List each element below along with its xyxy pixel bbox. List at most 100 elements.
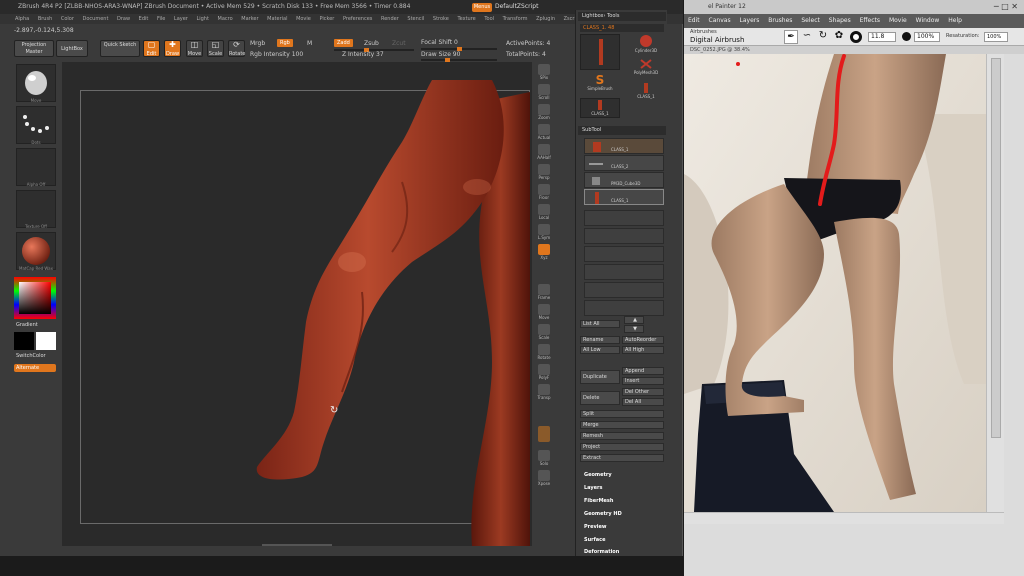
opacity-field[interactable]: 100%: [914, 32, 940, 42]
menu-picker[interactable]: Picker: [319, 16, 334, 22]
project-button[interactable]: Project: [580, 443, 664, 451]
resaturation-field[interactable]: 100%: [984, 32, 1008, 42]
frame-button[interactable]: Frame: [535, 284, 553, 302]
merge-button[interactable]: Merge: [580, 421, 664, 429]
secondary-color-swatch[interactable]: [36, 332, 56, 350]
zbrush-canvas[interactable]: ↻: [62, 62, 532, 546]
focal-shift-slider[interactable]: Focal Shift 0: [421, 39, 458, 46]
extract-button[interactable]: Extract: [580, 454, 664, 462]
polyf-button[interactable]: PolyF: [535, 364, 553, 382]
menu-render[interactable]: Render: [381, 16, 399, 22]
insert-button[interactable]: Insert: [622, 377, 664, 385]
main-color-swatch[interactable]: [14, 332, 34, 350]
move-mode-button[interactable]: ◫ Move: [186, 40, 203, 57]
texture-thumbnail[interactable]: [16, 190, 56, 228]
rgb-toggle[interactable]: Rgb: [277, 39, 293, 47]
size-field[interactable]: 11.8: [868, 32, 896, 42]
persp-button[interactable]: Persp: [535, 164, 553, 182]
menu-draw[interactable]: Draw: [117, 16, 130, 22]
geometry-hd-section[interactable]: Geometry HD: [584, 511, 668, 517]
scroll-thumb[interactable]: [991, 58, 1001, 438]
painter-menu-help[interactable]: Help: [948, 17, 962, 24]
menu-document[interactable]: Document: [83, 16, 109, 22]
tool-thumb-cylinder[interactable]: Cylinder3D: [628, 34, 664, 54]
menu-alpha[interactable]: Alpha: [15, 16, 29, 22]
auto-reorder-button[interactable]: AutoReorder: [622, 336, 664, 344]
menu-movie[interactable]: Movie: [296, 16, 311, 22]
duplicate-button[interactable]: Duplicate: [580, 370, 620, 384]
rgb-intensity-slider[interactable]: Rgb Intensity 100: [250, 51, 303, 58]
draw-size-slider[interactable]: Draw Size 90: [421, 51, 460, 58]
focal-shift-track[interactable]: [421, 47, 497, 51]
menus-button[interactable]: Menus: [472, 3, 492, 12]
local-button[interactable]: Local: [535, 204, 553, 222]
subtool-slot-empty[interactable]: [584, 228, 664, 244]
aahalf-button[interactable]: AAHalf: [535, 144, 553, 162]
menu-stroke[interactable]: Stroke: [433, 16, 449, 22]
projection-master-button[interactable]: Projection Master: [14, 40, 54, 57]
remesh-button[interactable]: Remesh: [580, 432, 664, 440]
quick-sketch-button[interactable]: Quick Sketch: [100, 40, 140, 57]
transp-button[interactable]: Transp: [535, 384, 553, 402]
reference-photo[interactable]: [684, 54, 986, 512]
zadd-toggle[interactable]: Zadd: [334, 39, 353, 47]
append-button[interactable]: Append: [622, 367, 664, 375]
current-tool-slider[interactable]: CLASS_1. 48: [580, 24, 664, 32]
painter-menu-shapes[interactable]: Shapes: [829, 17, 851, 24]
menu-brush[interactable]: Brush: [38, 16, 52, 22]
del-other-button[interactable]: Del Other: [622, 388, 664, 396]
draw-size-track[interactable]: [421, 58, 497, 62]
window-controls-icon[interactable]: ─ □ ✕: [994, 0, 1018, 14]
scroll-button[interactable]: Scroll: [535, 84, 553, 102]
move-view-button[interactable]: Move: [535, 304, 553, 322]
subtool-slot-empty[interactable]: [584, 246, 664, 262]
m-toggle[interactable]: M: [307, 40, 312, 47]
list-all-button[interactable]: List All: [580, 320, 620, 328]
tool-thumb-class1[interactable]: [580, 34, 620, 70]
menu-tool[interactable]: Tool: [484, 16, 494, 22]
lsym-button[interactable]: L.Sym: [535, 224, 553, 242]
draw-mode-button[interactable]: ✚ Draw: [164, 40, 181, 57]
painter-menu-edit[interactable]: Edit: [688, 17, 700, 24]
floor-button[interactable]: Floor: [535, 184, 553, 202]
menu-texture[interactable]: Texture: [457, 16, 475, 22]
painter-canvas[interactable]: [684, 54, 986, 512]
subtool-row[interactable]: CLASS_2: [584, 155, 664, 171]
mrgb-toggle[interactable]: Mrgb: [250, 40, 265, 47]
menu-material[interactable]: Material: [267, 16, 287, 22]
deformation-section[interactable]: Deformation: [584, 549, 668, 555]
z-intensity-slider[interactable]: Z Intensity 37: [342, 51, 384, 58]
subtool-slot-empty[interactable]: [584, 264, 664, 280]
brush-category[interactable]: Airbrushes: [690, 29, 717, 35]
reset-icon[interactable]: ↻: [816, 30, 830, 44]
subtool-down-button[interactable]: ▼: [624, 325, 644, 333]
menu-transform[interactable]: Transform: [503, 16, 528, 22]
painter-menu-layers[interactable]: Layers: [740, 17, 760, 24]
all-low-button[interactable]: All Low: [580, 346, 620, 354]
subtool-header[interactable]: SubTool: [578, 126, 666, 135]
brush-tool-icon[interactable]: ✒: [784, 30, 798, 44]
menu-marker[interactable]: Marker: [241, 16, 258, 22]
menu-macro[interactable]: Macro: [218, 16, 233, 22]
tool-thumb-class1-b[interactable]: CLASS_1: [628, 82, 664, 102]
lightbox-button[interactable]: LightBox: [56, 40, 88, 57]
xpose-button[interactable]: Xpose: [535, 470, 553, 488]
painter-menu-brushes[interactable]: Brushes: [768, 17, 792, 24]
menu-layer[interactable]: Layer: [174, 16, 188, 22]
alpha-thumbnail[interactable]: [16, 148, 56, 186]
painter-horizontal-scrollbar[interactable]: [684, 512, 1004, 524]
tool-thumb-class1-c[interactable]: CLASS_1: [580, 98, 620, 118]
rotate-view-button[interactable]: Rotate: [535, 344, 553, 362]
delete-button[interactable]: Delete: [580, 391, 620, 405]
menu-preferences[interactable]: Preferences: [343, 16, 372, 22]
painter-menu-effects[interactable]: Effects: [860, 17, 880, 24]
brush-thumbnail[interactable]: [16, 64, 56, 102]
switch-color-button[interactable]: SwitchColor: [16, 353, 46, 359]
rotate-mode-button[interactable]: ⟳ Rotate: [228, 40, 245, 57]
dab-icon[interactable]: ✿: [832, 30, 846, 44]
ghost-button[interactable]: [535, 426, 553, 444]
menu-light[interactable]: Light: [196, 16, 208, 22]
layers-section[interactable]: Layers: [584, 485, 668, 491]
zcut-toggle[interactable]: Zcut: [392, 40, 406, 47]
curve-icon[interactable]: ∽: [800, 30, 814, 44]
